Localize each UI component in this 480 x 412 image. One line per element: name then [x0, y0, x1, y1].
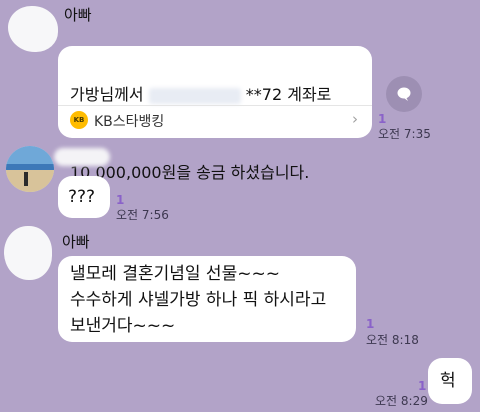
- read-count: 1: [418, 379, 427, 393]
- speech-bubble-icon: [397, 87, 411, 101]
- kb-bank-logo: KB: [70, 111, 88, 129]
- sender-avatar-photo[interactable]: [6, 146, 54, 192]
- masked-account-number: [148, 87, 241, 104]
- share-button[interactable]: [386, 76, 422, 112]
- message-bubble[interactable]: 낼모레 결혼기념일 선물~~~ 수수하게 샤넬가방 하나 픽 하시라고 보낸거다…: [58, 256, 356, 342]
- sender-avatar[interactable]: [8, 6, 58, 52]
- read-count: 1: [378, 112, 387, 126]
- sender-avatar[interactable]: [4, 226, 52, 280]
- sender-name: 아빠: [64, 6, 92, 24]
- transfer-message-bubble[interactable]: 가방님께서 **72 계좌로 10,000,000원을 송금 하셨습니다. KB…: [58, 46, 372, 182]
- transfer-text-prefix: 가방님께서: [70, 85, 149, 104]
- transfer-text-suffix: **72 계좌로: [240, 85, 332, 104]
- card-divider: [58, 105, 372, 106]
- beach-photo-icon: [6, 146, 54, 192]
- message-time: 오전 7:56: [116, 208, 169, 222]
- message-text: 낼모레 결혼기념일 선물~~~ 수수하게 샤넬가방 하나 픽 하시라고 보낸거다…: [70, 264, 327, 336]
- bank-app-label[interactable]: KB스타뱅킹: [94, 111, 164, 131]
- sender-name-masked: [54, 148, 110, 166]
- message-bubble[interactable]: ???: [58, 176, 110, 218]
- own-message-bubble[interactable]: 헉: [428, 358, 472, 404]
- message-text: ???: [68, 187, 96, 207]
- message-text: 헉: [440, 371, 456, 391]
- message-time: 오전 8:29: [375, 394, 428, 408]
- chevron-right-icon[interactable]: ›: [352, 110, 358, 128]
- message-time: 오전 7:35: [378, 127, 431, 141]
- read-count: 1: [366, 317, 375, 331]
- read-count: 1: [116, 193, 125, 207]
- sender-name: 아빠: [62, 233, 90, 251]
- message-time: 오전 8:18: [366, 333, 419, 347]
